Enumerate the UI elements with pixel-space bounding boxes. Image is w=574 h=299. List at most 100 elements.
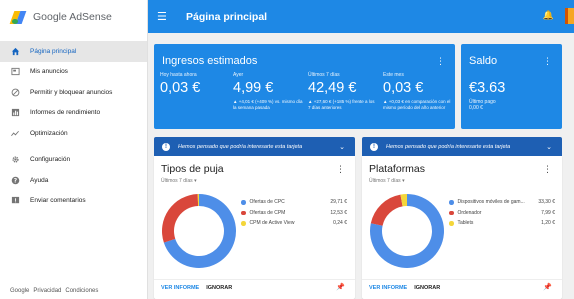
pin-icon[interactable]: 📌: [336, 283, 345, 291]
tip-banner[interactable]: ! Hemos pensado que podría interesarte e…: [362, 137, 562, 156]
stat-label: Este mes: [383, 72, 404, 78]
sidebar-item-label: Permitir y bloquear anuncios: [30, 88, 113, 96]
stat-value: 0,03 €: [383, 80, 424, 96]
legend-swatch: [449, 221, 454, 226]
legend-label: Tablets: [457, 220, 474, 227]
legend-item: Ofertas de CPM 12,53 €: [241, 208, 347, 219]
sidebar-footer: Google Privacidad Condiciones: [10, 288, 98, 294]
legend-swatch: [241, 221, 246, 226]
gear-icon: [0, 155, 30, 164]
tip-text: Hemos pensado que podría interesarte est…: [386, 143, 511, 150]
card-title: Plataformas: [369, 163, 426, 175]
sidebar: Google AdSense Página principal Mis anun…: [0, 0, 148, 299]
date-range-dropdown[interactable]: Últimos 7 días ▾: [369, 178, 405, 184]
legend-label: Ofertas de CPM: [249, 209, 286, 216]
ignore-button[interactable]: IGNORAR: [414, 285, 440, 291]
pin-icon[interactable]: 📌: [543, 283, 552, 291]
legend-label: Ordenador: [457, 209, 482, 216]
earnings-title: Ingresos estimados: [162, 55, 258, 67]
chevron-down-icon[interactable]: ⌄: [546, 143, 552, 151]
block-icon: [0, 88, 30, 97]
sidebar-item-optimization[interactable]: Optimización: [0, 123, 147, 144]
home-icon: [0, 47, 30, 56]
sidebar-item-my-ads[interactable]: Mis anuncios: [0, 62, 147, 83]
footer-terms-link[interactable]: Condiciones: [65, 288, 98, 294]
help-icon: ?: [0, 176, 30, 185]
bid-types-donut-chart: [162, 194, 236, 268]
balance-more-icon[interactable]: ⋮: [543, 56, 552, 67]
legend-value: 12,53 €: [330, 209, 347, 216]
info-icon: !: [370, 142, 378, 151]
ignore-button[interactable]: IGNORAR: [206, 285, 232, 291]
bell-icon[interactable]: 🔔: [543, 10, 554, 21]
divider: [154, 279, 355, 280]
stat-label: Últimos 7 días: [308, 72, 340, 78]
footer-google: Google: [10, 288, 30, 294]
trend-icon: [0, 129, 30, 138]
legend-label: CPM de Active View: [249, 220, 295, 227]
app-name: Google AdSense: [33, 10, 112, 23]
date-range-dropdown[interactable]: Últimos 7 días ▾: [161, 178, 197, 184]
stat-last-7-days: Últimos 7 días 42,49 € ▲ +27,60 € (+185 …: [308, 72, 378, 110]
stat-today: Hoy hasta ahora 0,03 €: [160, 72, 200, 96]
sidebar-item-settings[interactable]: Configuración: [0, 150, 147, 171]
balance-card: Saldo ⋮ €3.63 Último pago 0,00 €: [461, 44, 562, 129]
legend-item: Ordenador 7,99 €: [449, 208, 555, 219]
sidebar-item-label: Mis anuncios: [30, 68, 68, 76]
sidebar-item-reports[interactable]: Informes de rendimiento: [0, 103, 147, 124]
legend-value: 33,30 €: [538, 199, 555, 206]
ad-box-icon: [0, 67, 30, 76]
view-report-button[interactable]: VER INFORME: [161, 285, 199, 291]
top-bar: ☰ Página principal 🔔: [148, 0, 574, 33]
avatar[interactable]: [565, 8, 574, 24]
earnings-more-icon[interactable]: ⋮: [436, 56, 445, 67]
hamburger-menu-icon[interactable]: ☰: [157, 10, 177, 23]
stat-compare: ▲ +27,60 € (+185 %) frente a los 7 días …: [308, 99, 375, 110]
legend-swatch: [241, 210, 246, 215]
legend-value: 1,20 €: [541, 220, 555, 227]
balance-value: €3.63: [469, 80, 506, 96]
tip-banner[interactable]: ! Hemos pensado que podría interesarte e…: [154, 137, 355, 156]
donut-slice-2: [162, 194, 199, 243]
sidebar-item-label: Enviar comentarios: [30, 197, 86, 205]
platforms-donut-chart: [370, 194, 444, 268]
legend-swatch: [449, 200, 454, 205]
earnings-card: Ingresos estimados ⋮ Hoy hasta ahora 0,0…: [154, 44, 455, 129]
legend-value: 29,71 €: [330, 199, 347, 206]
stat-compare: ▲ +0,03 € en comparación con el mismo pe…: [383, 99, 451, 110]
sidebar-item-label: Informes de rendimiento: [30, 109, 101, 117]
page-title: Página principal: [186, 10, 268, 23]
donut-slice-2: [370, 194, 403, 226]
sidebar-item-label: Ayuda: [30, 176, 49, 184]
legend-value: 0,24 €: [333, 220, 347, 227]
card-title: Tipos de puja: [161, 163, 224, 175]
sidebar-item-feedback[interactable]: Enviar comentarios: [0, 191, 147, 212]
chart-legend: Dispositivos móviles de gam... 33,30 € Or…: [449, 197, 555, 229]
info-icon: !: [162, 142, 170, 151]
balance-stat: €3.63 Último pago 0,00 €: [469, 78, 505, 111]
sidebar-item-home[interactable]: Página principal: [0, 41, 147, 62]
chevron-down-icon[interactable]: ⌄: [339, 143, 345, 151]
stat-value: 42,49 €: [308, 80, 357, 96]
sidebar-item-label: Optimización: [30, 129, 68, 137]
legend-swatch: [241, 200, 246, 205]
footer-privacy-link[interactable]: Privacidad: [33, 288, 61, 294]
divider: [362, 279, 562, 280]
stat-label: Ayer: [233, 72, 244, 78]
card-more-icon[interactable]: ⋮: [336, 164, 345, 175]
stat-value: 4,99 €: [233, 80, 274, 96]
sidebar-item-help[interactable]: ? Ayuda: [0, 170, 147, 191]
sidebar-nav: Página principal Mis anuncios Permitir y…: [0, 41, 147, 211]
legend-item: Dispositivos móviles de gam... 33,30 €: [449, 197, 555, 208]
legend-item: CPM de Active View 0,24 €: [241, 218, 347, 229]
feedback-icon: [0, 196, 30, 205]
last-payment-value: 0,00 €: [469, 105, 483, 111]
sidebar-item-label: Configuración: [30, 156, 71, 164]
stat-compare: ▲ +4,01 € (+409 %) vs. mismo día la sema…: [233, 99, 303, 110]
sidebar-item-allow-block[interactable]: Permitir y bloquear anuncios: [0, 82, 147, 103]
tip-text: Hemos pensado que podría interesarte est…: [178, 143, 303, 150]
card-actions: VER INFORME IGNORAR: [369, 285, 440, 291]
card-more-icon[interactable]: ⋮: [543, 164, 552, 175]
adsense-logo[interactable]: Google AdSense: [0, 0, 147, 33]
view-report-button[interactable]: VER INFORME: [369, 285, 407, 291]
